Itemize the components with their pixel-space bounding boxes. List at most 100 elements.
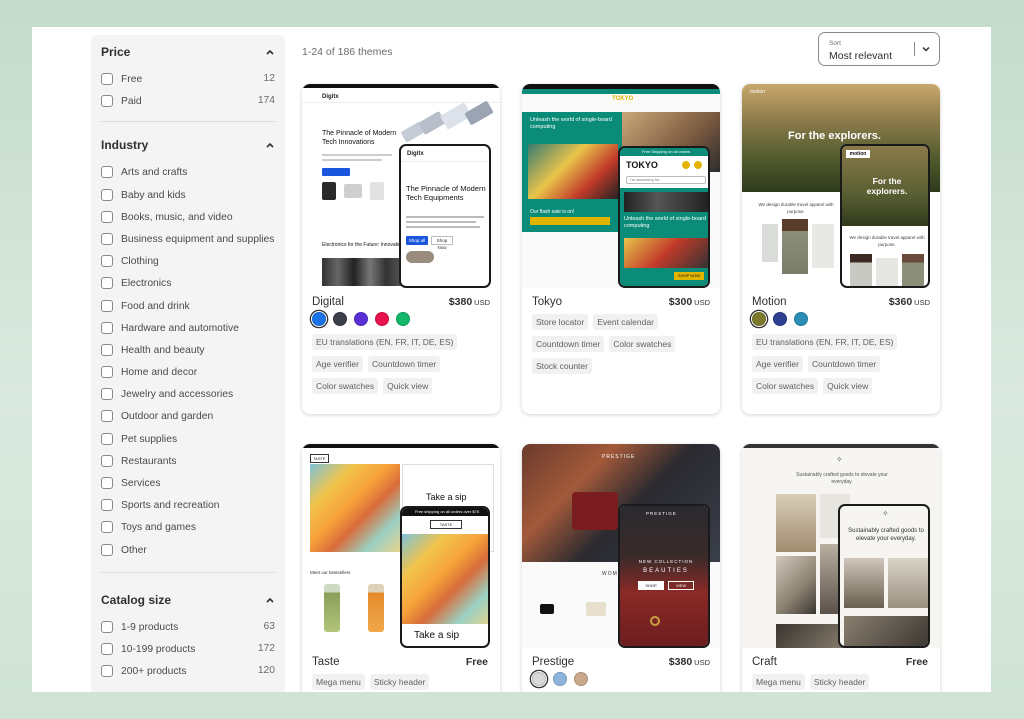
filter-option-services[interactable]: Services	[101, 473, 275, 495]
filter-option-home-and-decor[interactable]: Home and decor	[101, 362, 275, 384]
filter-option-business-equipment-and-supplies[interactable]: Business equipment and supplies	[101, 229, 275, 251]
filter-option-label: Books, music, and video	[121, 211, 233, 223]
filter-checkbox[interactable]	[101, 232, 113, 245]
theme-name[interactable]: Motion	[752, 296, 787, 308]
filter-option-toys-and-games[interactable]: Toys and games	[101, 517, 275, 539]
preview-brand: motion	[846, 150, 870, 158]
filter-checkbox[interactable]	[101, 665, 113, 678]
filter-checkbox[interactable]	[101, 299, 113, 312]
filter-option-label: Electronics	[121, 278, 172, 290]
filter-option-free[interactable]: Free 12	[101, 69, 275, 91]
filter-checkbox[interactable]	[101, 277, 113, 290]
preview-sale-text: Our flash sale is on!	[530, 209, 575, 215]
filter-checkbox[interactable]	[101, 499, 113, 512]
feature-tag: Color swatches	[752, 378, 819, 394]
theme-card-body: Craft Free Mega menu Sticky header	[742, 648, 940, 692]
theme-name[interactable]: Digital	[312, 296, 344, 308]
theme-preview-prestige[interactable]: PRESTIGE WOMEN PRESTIGE NEW COLLECTION B…	[522, 444, 720, 648]
filter-checkbox[interactable]	[101, 543, 113, 556]
theme-name[interactable]: Tokyo	[532, 296, 562, 308]
color-swatch[interactable]	[532, 672, 546, 686]
theme-name[interactable]: Craft	[752, 656, 777, 668]
filter-option-food-and-drink[interactable]: Food and drink	[101, 296, 275, 318]
color-swatch[interactable]	[794, 312, 808, 326]
chevron-up-icon[interactable]	[265, 595, 275, 605]
filter-checkbox[interactable]	[101, 642, 113, 655]
filter-checkbox[interactable]	[101, 73, 113, 85]
color-swatches	[312, 312, 490, 328]
filter-option-health-and-beauty[interactable]: Health and beauty	[101, 340, 275, 362]
filter-option-baby-and-kids[interactable]: Baby and kids	[101, 185, 275, 207]
filter-option-books-music-and-video[interactable]: Books, music, and video	[101, 207, 275, 229]
color-swatch[interactable]	[312, 312, 326, 326]
filter-option-10-199-products[interactable]: 10-199 products 172	[101, 639, 275, 661]
theme-preview-tokyo[interactable]: TOKYO Unleash the world of single-board …	[522, 84, 720, 288]
filter-checkbox[interactable]	[101, 620, 113, 633]
preview-phone: PRESTIGE NEW COLLECTION BEAUTIES SHOP VI…	[618, 504, 710, 648]
color-swatch[interactable]	[553, 672, 567, 686]
filter-checkbox[interactable]	[101, 188, 113, 201]
theme-card-craft[interactable]: ✧ Sustainably crafted goods to elevate y…	[742, 444, 940, 692]
color-swatch[interactable]	[773, 312, 787, 326]
filter-checkbox[interactable]	[101, 321, 113, 334]
chevron-up-icon[interactable]	[265, 140, 275, 150]
filter-option-label: Services	[121, 478, 161, 489]
filter-option-arts-and-crafts[interactable]: Arts and crafts	[101, 162, 275, 184]
feature-tag: Color swatches	[312, 378, 379, 394]
filter-option-200-products[interactable]: 200+ products 120	[101, 661, 275, 683]
theme-card-taste[interactable]: Free shipping on all orders over $75 TAS…	[302, 444, 500, 692]
feature-tag: EU translations (EN, FR, IT, DE, ES)	[752, 334, 898, 350]
color-swatch[interactable]	[396, 312, 410, 326]
filter-option-electronics[interactable]: Electronics	[101, 273, 275, 295]
theme-name[interactable]: Taste	[312, 656, 340, 668]
filter-option-clothing[interactable]: Clothing	[101, 251, 275, 273]
theme-card-tokyo[interactable]: TOKYO Unleash the world of single-board …	[522, 84, 720, 414]
theme-card-digital[interactable]: Digitx The Pinnacle of Modern Tech Innov…	[302, 84, 500, 414]
filter-checkbox[interactable]	[101, 210, 113, 223]
theme-preview-taste[interactable]: Free shipping on all orders over $75 TAS…	[302, 444, 500, 648]
filter-section-price: Price Free 12 Paid 174	[101, 35, 275, 123]
filter-checkbox[interactable]	[101, 166, 113, 179]
filter-title: Industry	[101, 138, 149, 153]
filter-option-sports-and-recreation[interactable]: Sports and recreation	[101, 495, 275, 517]
filter-option-hardware-and-automotive[interactable]: Hardware and automotive	[101, 318, 275, 340]
filter-checkbox[interactable]	[101, 454, 113, 467]
filter-option-label: 200+ products	[121, 666, 187, 678]
color-swatch[interactable]	[354, 312, 368, 326]
theme-preview-craft[interactable]: ✧ Sustainably crafted goods to elevate y…	[742, 444, 940, 648]
theme-card-prestige[interactable]: PRESTIGE WOMEN PRESTIGE NEW COLLECTION B…	[522, 444, 720, 692]
filter-checkbox[interactable]	[101, 366, 113, 379]
filter-option-outdoor-and-garden[interactable]: Outdoor and garden	[101, 406, 275, 428]
filter-checkbox[interactable]	[101, 343, 113, 356]
logo-icon: ✧	[836, 455, 843, 464]
filter-checkbox[interactable]	[101, 255, 113, 268]
color-swatch[interactable]	[333, 312, 347, 326]
color-swatch[interactable]	[574, 672, 588, 686]
filter-checkbox[interactable]	[101, 432, 113, 445]
theme-card-motion[interactable]: motion For the explorers. We design dura…	[742, 84, 940, 414]
filter-option-pet-supplies[interactable]: Pet supplies	[101, 429, 275, 451]
color-swatch[interactable]	[752, 312, 766, 326]
filter-option-count: 63	[263, 620, 275, 632]
filter-checkbox[interactable]	[101, 521, 113, 534]
theme-name[interactable]: Prestige	[532, 656, 574, 668]
preview-phone-hero: BEAUTIES	[643, 568, 689, 574]
theme-preview-digital[interactable]: Digitx The Pinnacle of Modern Tech Innov…	[302, 84, 500, 288]
sort-select[interactable]: Sort Most relevant	[818, 32, 940, 66]
chevron-up-icon[interactable]	[265, 47, 275, 57]
filter-option-other[interactable]: Other	[101, 540, 275, 562]
filter-checkbox[interactable]	[101, 410, 113, 423]
filter-header-industry[interactable]: Industry	[101, 128, 275, 162]
filter-checkbox[interactable]	[101, 388, 113, 401]
filter-option-label: Business equipment and supplies	[121, 233, 275, 245]
filter-option-paid[interactable]: Paid 174	[101, 91, 275, 113]
filter-option-restaurants[interactable]: Restaurants	[101, 451, 275, 473]
filter-option-1-9-products[interactable]: 1-9 products 63	[101, 617, 275, 639]
filter-header-price[interactable]: Price	[101, 35, 275, 69]
theme-preview-motion[interactable]: motion For the explorers. We design dura…	[742, 84, 940, 288]
filter-checkbox[interactable]	[101, 477, 113, 489]
filter-checkbox[interactable]	[101, 95, 113, 108]
filter-header-catalog[interactable]: Catalog size	[101, 583, 275, 617]
color-swatch[interactable]	[375, 312, 389, 326]
filter-option-jewelry-and-accessories[interactable]: Jewelry and accessories	[101, 384, 275, 406]
